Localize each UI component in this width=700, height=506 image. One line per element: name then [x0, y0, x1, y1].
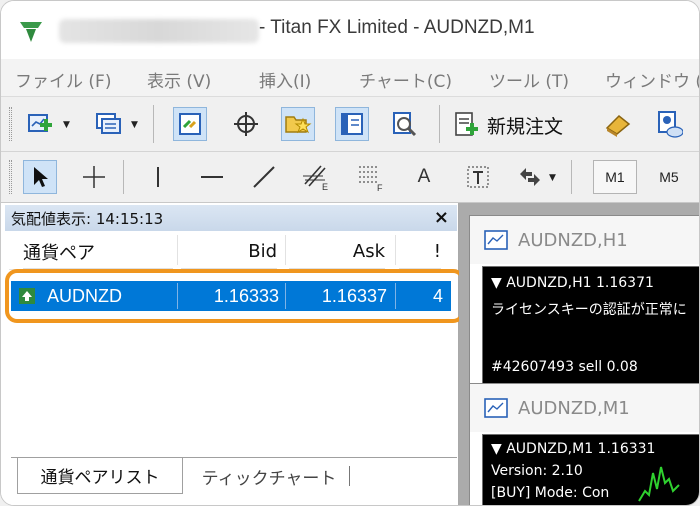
strategy-tester-icon: [393, 112, 417, 137]
navigator-icon: [285, 116, 312, 134]
chart-canvas[interactable]: ▼ AUDNZD,H1 1.16371 ライセンスキーの認証が正常に #4260…: [482, 266, 699, 384]
market-watch-button[interactable]: [173, 107, 207, 141]
title-bar: - Titan FX Limited - AUDNZD,M1: [1, 1, 699, 59]
market-watch-tabs: 通貨ペアリスト ティックチャート: [11, 457, 457, 497]
data-window-button[interactable]: [229, 107, 263, 141]
tick-chart-graphic: [638, 466, 680, 502]
toolbar-separator: [153, 105, 154, 143]
close-icon[interactable]: ×: [434, 207, 449, 228]
menu-bar: ファイル (F) 表示 (V) 挿入(I) チャート(C) ツール (T) ウィ…: [1, 59, 699, 97]
market-watch-title: 気配値表示: 14:15:13: [11, 209, 164, 228]
chart-order-line: #42607493 sell 0.08: [491, 359, 638, 375]
timeframe-m1-button[interactable]: M1: [593, 160, 637, 194]
trendline-icon: [253, 166, 275, 188]
market-watch-icon: [179, 113, 201, 135]
terminal-icon: [341, 113, 363, 135]
toolbar-separator: [439, 105, 440, 143]
arrows-dropdown-icon[interactable]: ▼: [549, 173, 556, 183]
menu-charts[interactable]: チャート(C): [359, 67, 452, 92]
chart-symbol-line: ▼ AUDNZD,H1 1.16371: [491, 275, 654, 291]
text-icon: A: [417, 166, 431, 187]
titan-fx-logo-icon: [20, 22, 42, 42]
profiles-icon: [96, 113, 121, 134]
new-order-icon: [455, 112, 478, 136]
chart-window-title: AUDNZD,M1: [518, 397, 630, 419]
tab-separator: [349, 466, 350, 486]
toolbar-grip[interactable]: [9, 107, 12, 141]
account-name-redacted: [59, 19, 259, 43]
crosshair-target-icon: [234, 112, 258, 136]
app-window: - Titan FX Limited - AUDNZD,M1 ファイル (F) …: [0, 0, 700, 506]
equidistant-channel-tool[interactable]: E: [299, 160, 333, 194]
standard-toolbar: ▼ ▼: [1, 97, 699, 152]
navigator-button[interactable]: [281, 107, 315, 141]
market-watch-header: 気配値表示: 14:15:13 ×: [5, 205, 457, 231]
column-divider[interactable]: [285, 235, 286, 265]
vertical-line-icon: [157, 167, 159, 187]
timeframe-m5-button[interactable]: M5: [647, 160, 691, 194]
profiles-button[interactable]: [91, 107, 125, 141]
tab-tick-chart[interactable]: ティックチャート: [195, 458, 343, 494]
tab-symbols[interactable]: 通貨ペアリスト: [17, 458, 183, 494]
new-order-button[interactable]: 新規注文: [453, 107, 563, 143]
column-header-ask[interactable]: Ask: [289, 235, 385, 269]
menu-file[interactable]: ファイル (F): [15, 67, 111, 92]
chart-symbol-line: ▼ AUDNZD,M1 1.16331: [491, 441, 656, 457]
menu-window[interactable]: ウィンドウ (W): [605, 67, 699, 92]
chart-window-icon: [484, 398, 508, 418]
strategy-tester-button[interactable]: [387, 107, 421, 141]
chart-window-title: AUDNZD,H1: [518, 229, 628, 251]
chart-window-h1[interactable]: AUDNZD,H1 ▼ AUDNZD,H1 1.16371 ライセンスキーの認証…: [469, 215, 699, 385]
new-chart-button[interactable]: [23, 107, 57, 141]
text-label-icon: [467, 166, 489, 188]
column-header-symbol[interactable]: 通貨ペア: [23, 235, 173, 269]
toolbar-separator: [571, 160, 572, 194]
new-chart-icon: [28, 114, 52, 132]
horizontal-line-tool[interactable]: [195, 160, 229, 194]
toolbar-grip[interactable]: [9, 160, 12, 194]
arrows-tool[interactable]: [513, 160, 547, 194]
svg-text:E: E: [322, 182, 328, 192]
chart-canvas[interactable]: ▼ AUDNZD,M1 1.16331 Version: 2.10 [BUY] …: [482, 434, 699, 505]
autotrading-button[interactable]: [601, 107, 635, 141]
column-divider[interactable]: [395, 235, 396, 265]
new-order-label: 新規注文: [487, 115, 564, 138]
chart-comment-line: ライセンスキーの認証が正常に: [491, 302, 687, 318]
text-label-tool[interactable]: [461, 160, 495, 194]
cursor-icon: [34, 167, 48, 187]
fibonacci-fan-icon: E: [303, 165, 328, 192]
highlight-annotation: [5, 269, 465, 323]
fibonacci-retracement-icon: F: [359, 166, 383, 192]
fibonacci-tool[interactable]: F: [353, 160, 387, 194]
menu-insert[interactable]: 挿入(I): [259, 67, 311, 92]
profiles-dropdown-icon[interactable]: ▼: [131, 120, 138, 130]
chart-window-icon: [484, 230, 508, 250]
crosshair-icon: [83, 166, 105, 188]
chart-window-titlebar[interactable]: AUDNZD,H1: [470, 216, 699, 264]
column-header-bid[interactable]: Bid: [181, 235, 277, 269]
arrows-icon: [520, 168, 540, 186]
vertical-line-tool[interactable]: [141, 160, 175, 194]
options-button[interactable]: [651, 107, 685, 141]
cursor-tool[interactable]: [23, 160, 57, 194]
chart-mode-line: [BUY] Mode: Con: [491, 485, 610, 501]
horizontal-line-icon: [201, 176, 223, 178]
crosshair-tool[interactable]: [77, 160, 111, 194]
trendline-tool[interactable]: [247, 160, 281, 194]
chart-window-titlebar[interactable]: AUDNZD,M1: [470, 384, 699, 432]
column-divider[interactable]: [177, 235, 178, 265]
chart-window-m1[interactable]: AUDNZD,M1 ▼ AUDNZD,M1 1.16331 Version: 2…: [469, 383, 699, 505]
terminal-button[interactable]: [335, 107, 369, 141]
toolbar-separator: [123, 160, 124, 194]
menu-tools[interactable]: ツール (T): [489, 67, 569, 92]
menu-view[interactable]: 表示 (V): [147, 67, 211, 92]
window-title: - Titan FX Limited - AUDNZD,M1: [259, 17, 535, 38]
chart-version-line: Version: 2.10: [491, 463, 583, 479]
column-header-spread[interactable]: !: [399, 235, 441, 269]
autotrading-icon: [605, 114, 631, 137]
svg-text:F: F: [377, 183, 383, 192]
options-icon: [658, 111, 683, 138]
text-tool[interactable]: A: [407, 160, 441, 194]
new-chart-dropdown-icon[interactable]: ▼: [63, 120, 70, 130]
